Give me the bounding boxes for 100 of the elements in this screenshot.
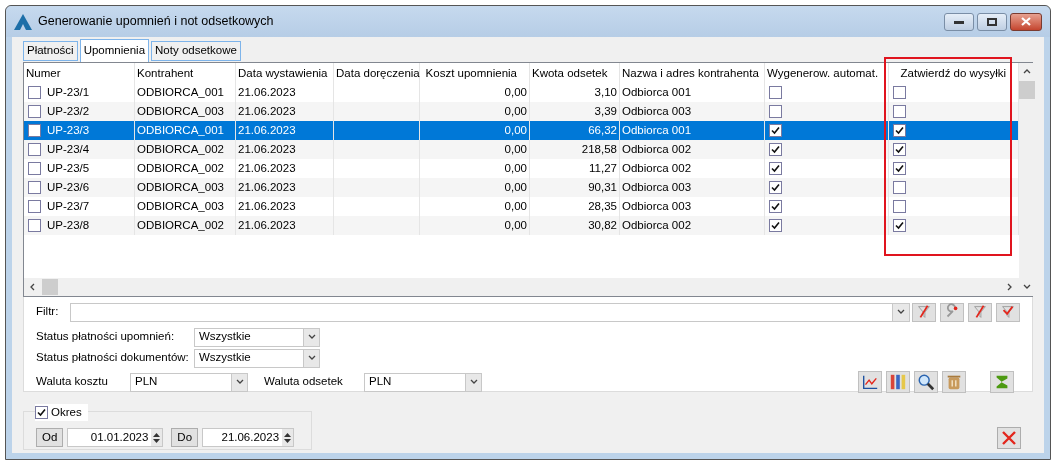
cancel-button[interactable]: [997, 427, 1021, 449]
checkbox[interactable]: [893, 105, 906, 118]
table-cell-text: 21.06.2023: [238, 179, 296, 195]
checkbox[interactable]: [769, 162, 782, 175]
checkbox[interactable]: [28, 143, 41, 156]
checkbox[interactable]: [893, 200, 906, 213]
table-cell-text: 0,00: [504, 217, 527, 233]
checkbox[interactable]: [35, 406, 48, 420]
minimize-button[interactable]: [944, 12, 974, 31]
table-cell-text: 218,58: [581, 141, 617, 157]
table-cell-text: Odbiorca 003: [622, 198, 692, 214]
checkbox[interactable]: [28, 162, 41, 175]
table-row[interactable]: UP-23/2 ODBIORCA_003 21.06.2023 0,00 3,39 Odbiorca 003: [24, 102, 1019, 121]
table-cell-text: 90,31: [588, 179, 617, 195]
toolbar-button[interactable]: [886, 371, 910, 393]
tab[interactable]: Płatności: [23, 41, 78, 61]
table-cell-text: ODBIORCA_003: [137, 179, 224, 195]
table-cell-text: 0,00: [504, 84, 527, 100]
checkbox[interactable]: [893, 181, 906, 194]
field-label: Status płatności dokumentów:: [36, 350, 190, 366]
spinner-icon[interactable]: [151, 429, 163, 446]
checkbox[interactable]: [893, 86, 906, 99]
checkbox[interactable]: [28, 219, 41, 232]
minimize-icon: [954, 19, 964, 24]
maximize-icon: [987, 17, 997, 26]
checkbox[interactable]: [769, 105, 782, 118]
checkbox[interactable]: [769, 181, 782, 194]
table-cell-text: Odbiorca 002: [622, 160, 692, 176]
filter-button[interactable]: [968, 302, 992, 322]
table-cell-text: ODBIORCA_002: [137, 141, 224, 157]
tab[interactable]: Noty odsetkowe: [151, 41, 241, 61]
checkbox[interactable]: [893, 124, 906, 137]
field-label: Waluta odsetek: [264, 374, 344, 390]
toolbar-button[interactable]: [914, 371, 938, 393]
table-cell-text: UP-23/3: [47, 122, 90, 138]
spinner-icon[interactable]: [282, 429, 294, 446]
table-cell-text: UP-23/7: [47, 198, 90, 214]
to-button[interactable]: Do: [171, 428, 199, 447]
table-cell-text: 0,00: [504, 179, 527, 195]
table-row[interactable]: UP-23/4 ODBIORCA_002 21.06.2023 0,00 218,58 Odbiorca 002: [24, 140, 1019, 159]
table-cell-text: UP-23/4: [47, 141, 90, 157]
table-cell-text: UP-23/2: [47, 103, 90, 119]
from-button[interactable]: Od: [36, 428, 64, 447]
table-cell-text: 28,35: [588, 198, 617, 214]
checkbox[interactable]: [769, 219, 782, 232]
table-row[interactable]: UP-23/3 ODBIORCA_001 21.06.2023 0,00 66,32 Odbiorca 001: [24, 121, 1019, 140]
filter-field[interactable]: [69, 302, 910, 322]
filter-button[interactable]: [912, 302, 936, 322]
checkbox[interactable]: [28, 200, 41, 213]
table-cell-text: 21.06.2023: [238, 198, 296, 214]
table-cell-text: ODBIORCA_001: [137, 84, 224, 100]
table-cell-text: 11,27: [589, 160, 617, 176]
app-logo-icon: [14, 13, 32, 30]
checkbox[interactable]: [769, 124, 782, 137]
filter-button[interactable]: [996, 302, 1020, 322]
table-cell-text: 0,00: [504, 141, 527, 157]
checkbox[interactable]: [769, 143, 782, 156]
maximize-button[interactable]: [977, 12, 1007, 31]
checkbox[interactable]: [893, 219, 906, 232]
dropdown[interactable]: PLN: [364, 372, 482, 392]
date-field[interactable]: 01.01.2023: [67, 428, 164, 447]
checkbox[interactable]: [769, 86, 782, 99]
funnel-cross-icon: [915, 303, 933, 321]
dropdown[interactable]: Wszystkie: [194, 348, 320, 368]
checkbox[interactable]: [28, 105, 41, 118]
checkbox[interactable]: [893, 162, 906, 175]
dropdown[interactable]: PLN: [130, 372, 248, 392]
filter-label: Filtr:: [36, 304, 60, 320]
table-cell-text: Odbiorca 001: [622, 84, 692, 100]
scrollbar-thumb[interactable]: [42, 279, 58, 295]
field-label: Waluta kosztu: [36, 374, 109, 390]
checkbox[interactable]: [769, 200, 782, 213]
table-cell-text: Odbiorca 001: [622, 122, 692, 138]
table-cell-text: ODBIORCA_002: [137, 160, 224, 176]
table-row[interactable]: UP-23/6 ODBIORCA_003 21.06.2023 0,00 90,31 Odbiorca 003: [24, 178, 1019, 197]
period-checkbox[interactable]: Okres: [35, 404, 88, 422]
table-cell-text: 21.06.2023: [238, 141, 296, 157]
checkbox[interactable]: [28, 86, 41, 99]
table-cell-text: Odbiorca 002: [622, 141, 692, 157]
tab[interactable]: Upomnienia: [79, 39, 150, 62]
close-button[interactable]: [1010, 12, 1042, 31]
table-row[interactable]: UP-23/8 ODBIORCA_002 21.06.2023 0,00 30,82 Odbiorca 002: [24, 216, 1019, 235]
checkbox[interactable]: [28, 124, 41, 137]
dropdown[interactable]: Wszystkie: [194, 327, 320, 347]
table-cell-text: UP-23/1: [47, 84, 90, 100]
table-cell-text: ODBIORCA_001: [137, 122, 224, 138]
toolbar-button[interactable]: [858, 371, 882, 393]
field-label: Status płatności upomnień:: [36, 329, 176, 345]
search-icon: [917, 373, 935, 391]
table-cell-text: 66,32: [588, 122, 617, 138]
table-cell-text: 0,00: [504, 160, 527, 176]
filter-button[interactable]: [940, 302, 964, 322]
date-field[interactable]: 21.06.2023: [202, 428, 295, 447]
trash-icon: [945, 373, 963, 391]
checkbox[interactable]: [28, 181, 41, 194]
checkbox[interactable]: [893, 143, 906, 156]
scrollbar-thumb[interactable]: [1019, 81, 1035, 99]
table-cell-text: UP-23/8: [47, 217, 90, 233]
window-title: Generowanie upomnień i not odsetkowych: [38, 13, 274, 31]
binders-icon: [889, 373, 907, 391]
